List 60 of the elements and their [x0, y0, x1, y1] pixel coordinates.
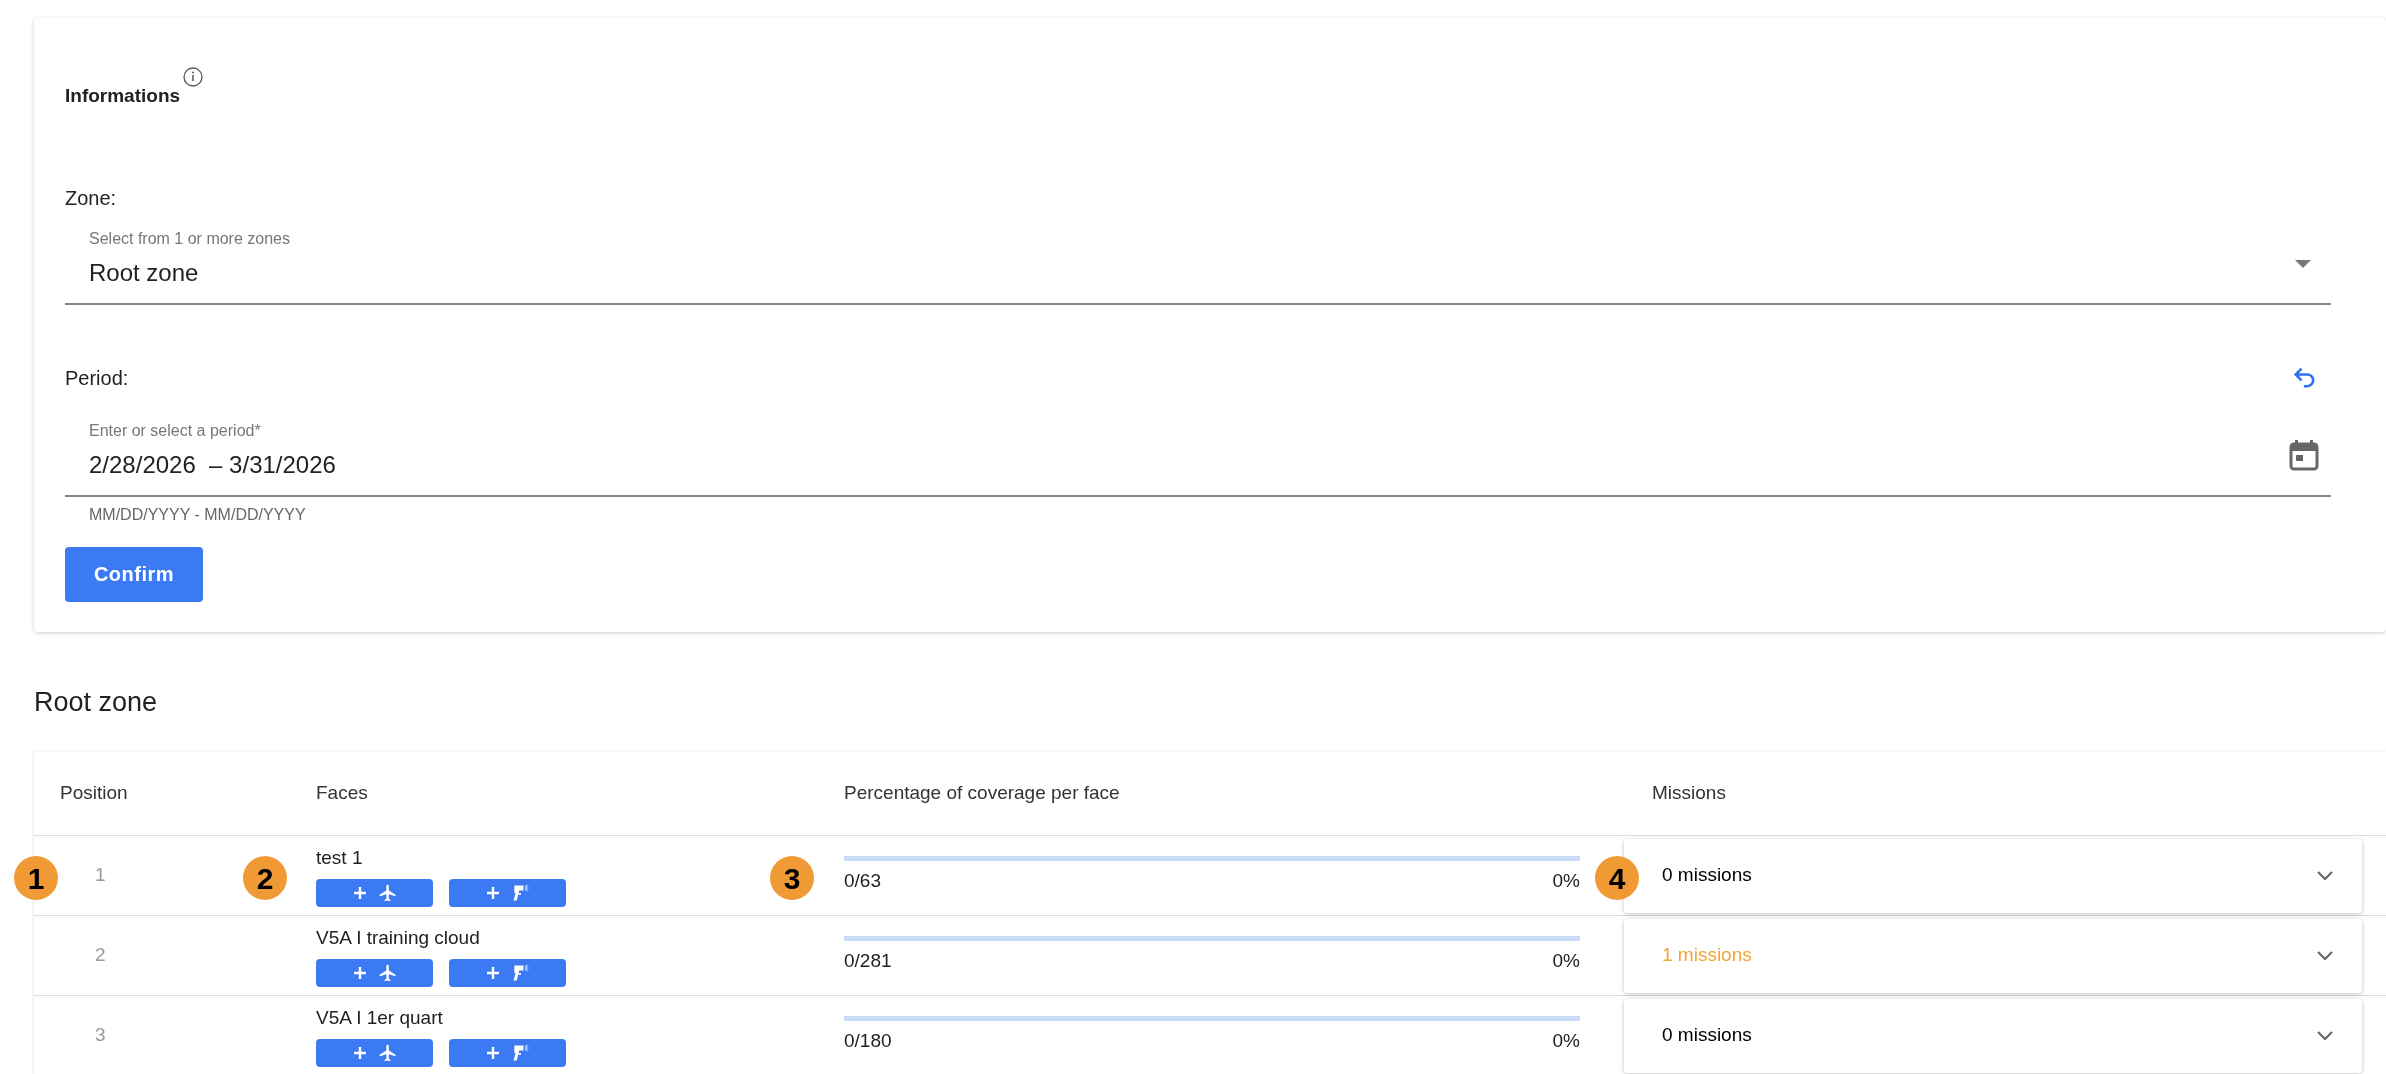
position-cell-text: 3	[95, 1023, 106, 1048]
missions-count: 1 missions	[1662, 943, 1752, 968]
select-label: Select from 1 or more zones	[89, 228, 290, 249]
field-label: Zone:	[65, 185, 118, 211]
position-cell-text: 2	[95, 943, 106, 968]
missions-count: 0 missions	[1662, 1023, 1752, 1048]
coverage-percent: 0%	[1552, 948, 1580, 973]
plus-icon	[351, 1044, 368, 1061]
coverage-count: 0/63	[844, 868, 881, 893]
face-name: test 1	[316, 846, 364, 871]
add-flight-button[interactable]	[316, 1038, 433, 1067]
callout-marker: 2	[243, 856, 287, 900]
callout-marker: 3	[770, 856, 814, 900]
add-flight-button[interactable]	[316, 958, 433, 987]
plus-icon	[351, 884, 368, 901]
chevron-down-icon	[2316, 1029, 2334, 1042]
airplane-icon	[377, 962, 398, 983]
airplane-icon	[377, 1042, 398, 1063]
callout-marker: 1	[14, 856, 58, 900]
period-field[interactable]: Enter or select a period* 2/28/2026 – 3/31/2026	[65, 418, 2331, 497]
column-header: Missions	[1651, 781, 1727, 806]
calendar-icon[interactable]	[2289, 438, 2319, 471]
select-value: Root zone	[89, 257, 200, 288]
column-header: Faces	[315, 781, 369, 806]
card-title: Informations	[65, 84, 181, 108]
column-header: Percentage of coverage per face	[843, 781, 1121, 806]
column-header: Position	[59, 781, 129, 806]
coverage-percent: 0%	[1552, 868, 1580, 893]
dropdown-caret-icon	[2295, 258, 2311, 269]
section-title: Root zone	[34, 685, 159, 719]
chevron-down-icon	[2316, 949, 2334, 962]
confirm-button[interactable]: Confirm	[65, 546, 203, 602]
field-floating-label: Enter or select a period*	[89, 420, 262, 441]
face-name: V5A I 1er quart	[316, 1006, 444, 1031]
add-spray-button[interactable]	[449, 878, 566, 907]
add-spray-button[interactable]	[449, 1038, 566, 1067]
plus-icon	[484, 1044, 501, 1061]
position-cell-text: 1	[95, 863, 106, 888]
add-flight-button[interactable]	[316, 878, 433, 907]
face-name: V5A I training cloud	[316, 926, 481, 951]
callout-marker: 4	[1595, 856, 1639, 900]
coverage-count: 0/281	[844, 948, 892, 973]
spray-gun-icon	[510, 882, 531, 903]
zone-select[interactable]: Select from 1 or more zones Root zone	[65, 226, 2331, 305]
missions-dropdown[interactable]: 0 missions	[1624, 998, 2362, 1073]
info-icon	[182, 66, 205, 88]
field-label: Period:	[65, 365, 129, 391]
chevron-down-icon	[2316, 869, 2334, 882]
spray-gun-icon	[510, 1042, 531, 1063]
missions-count: 0 missions	[1662, 863, 1752, 888]
airplane-icon	[377, 882, 398, 903]
coverage-count: 0/180	[844, 1028, 892, 1053]
plus-icon	[484, 884, 501, 901]
spray-gun-icon	[510, 962, 531, 983]
plus-icon	[484, 964, 501, 981]
field-value: 2/28/2026 – 3/31/2026	[89, 449, 336, 480]
field-helper-text: MM/DD/YYYY - MM/DD/YYYY	[88, 504, 307, 525]
plus-icon	[351, 964, 368, 981]
add-spray-button[interactable]	[449, 958, 566, 987]
coverage-percent: 0%	[1552, 1028, 1580, 1053]
